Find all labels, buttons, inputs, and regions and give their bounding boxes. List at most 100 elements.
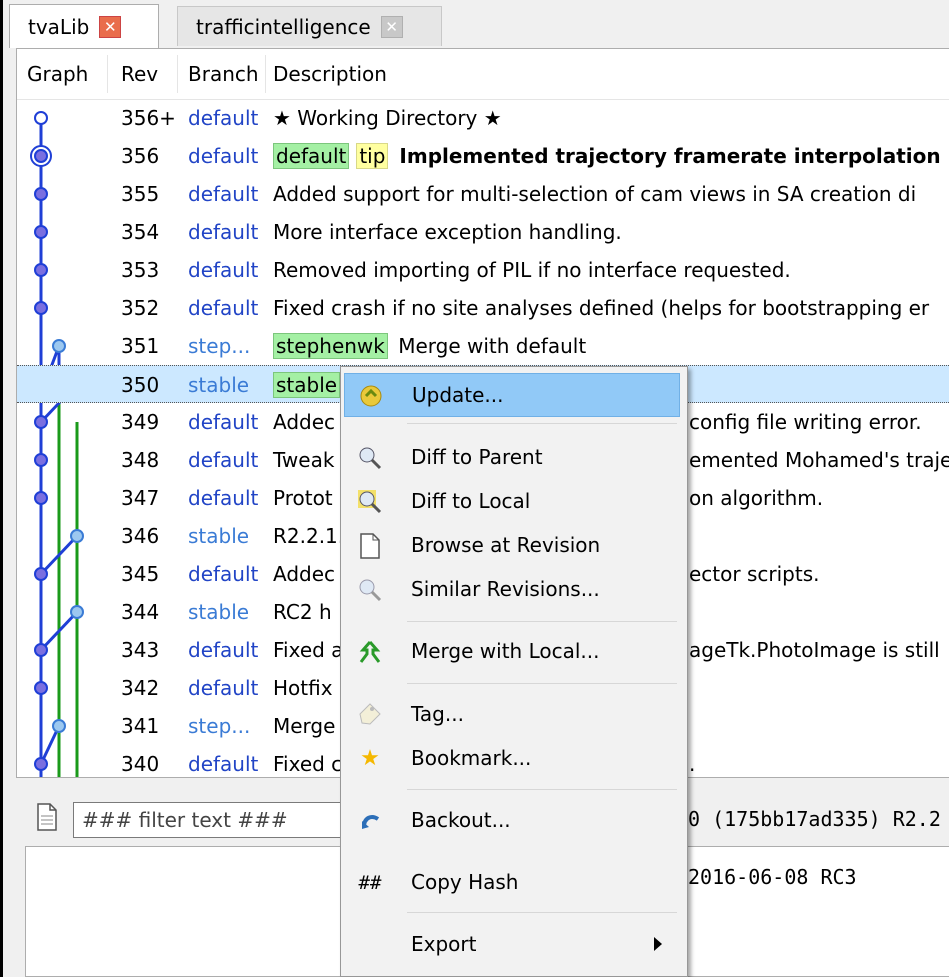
menu-item-merge-with-local[interactable]: Merge with Local...: [344, 630, 680, 674]
branch-name: default: [188, 676, 259, 700]
description: Protot: [273, 486, 333, 510]
table-row[interactable]: 354 default More interface exception handl…: [17, 213, 949, 251]
description: R2.2.1.: [273, 524, 344, 548]
tab-trafficintelligence[interactable]: trafficintelligence ✕: [177, 6, 442, 46]
branch-name: default: [188, 296, 259, 320]
update-icon: [360, 385, 382, 407]
branch-name: default: [188, 220, 259, 244]
description-text: Protot: [273, 486, 333, 510]
branch-name: default: [188, 752, 259, 776]
menu-item-backout[interactable]: Backout...: [344, 799, 680, 843]
description-text: Addec: [273, 410, 336, 434]
branch-name: default: [188, 258, 259, 282]
menu-item-copy-hash[interactable]: ## Copy Hash: [344, 861, 680, 905]
description: Fixed crash if no site analyses defined …: [273, 296, 929, 320]
tab-label: trafficintelligence: [196, 14, 371, 39]
description-text: ★ Working Directory ★: [273, 106, 502, 130]
branch-tag: default: [273, 143, 350, 169]
table-row[interactable]: 351 step... stephenwk Merge with default: [17, 327, 949, 365]
magnifier-icon: [359, 447, 382, 470]
branch-name: default: [188, 562, 259, 586]
star-icon: ★: [360, 746, 380, 771]
menu-item-tag[interactable]: Tag...: [344, 693, 680, 737]
description: Fixed c: [273, 752, 342, 776]
branch-name: stable: [188, 600, 250, 624]
description-text: R2.2.1.: [273, 524, 345, 548]
rev-number: 354: [121, 220, 160, 244]
tip-tag: tip: [356, 143, 389, 169]
description-text: Added support for multi-selection of cam…: [273, 182, 917, 206]
menu-item-bookmark[interactable]: ★ Bookmark...: [344, 737, 680, 781]
branch-name: default: [188, 448, 259, 472]
magnifier-icon: [359, 579, 382, 602]
table-row[interactable]: 355 default Added support for multi-select…: [17, 175, 949, 213]
description-tail: ector scripts.: [689, 562, 820, 586]
description: Addec: [273, 562, 335, 586]
rev-number: 356: [121, 144, 160, 168]
description: ★ Working Directory ★: [273, 106, 502, 130]
table-row[interactable]: 356 default default tip Implemented trajec…: [17, 137, 949, 175]
branch-name: stable: [188, 373, 250, 397]
branch-name: default: [188, 106, 259, 130]
rev-number: 350: [121, 373, 160, 397]
rev-number: 347: [121, 486, 160, 510]
description-tail: on algorithm.: [689, 486, 824, 510]
branch-tag: stephenwk: [273, 333, 388, 359]
branch-name: default: [188, 182, 259, 206]
close-icon[interactable]: ✕: [99, 15, 122, 38]
branch-name: step...: [188, 714, 251, 738]
menu-item-update[interactable]: Update...: [344, 373, 680, 417]
column-branch[interactable]: Branch: [188, 62, 262, 86]
description-text: Fixed c: [273, 752, 343, 776]
table-row[interactable]: 353 default Removed importing of PIL if no…: [17, 251, 949, 289]
description: Fixed a: [273, 638, 343, 662]
table-row[interactable]: 352 default Fixed crash if no site analyse…: [17, 289, 949, 327]
description-tail: emented Mohamed's traje: [689, 448, 949, 472]
branch-name: default: [188, 638, 259, 662]
menu-item-similar-revisions[interactable]: Similar Revisions...: [344, 568, 680, 612]
close-icon[interactable]: ✕: [380, 15, 403, 38]
rev-number: 351: [121, 334, 160, 358]
rev-number: 349: [121, 410, 160, 434]
document-icon[interactable]: [36, 802, 58, 832]
description-text: Removed importing of PIL if no interface…: [273, 258, 791, 282]
column-description[interactable]: Description: [273, 62, 387, 86]
column-graph[interactable]: Graph: [27, 62, 88, 86]
tab-tvalib[interactable]: tvaLib ✕: [9, 4, 159, 48]
branch-name: step...: [188, 334, 251, 358]
description-text: Fixed crash if no site analyses defined …: [273, 296, 930, 320]
tab-label: tvaLib: [28, 14, 90, 39]
rev-number: 356+: [121, 106, 176, 130]
description: Added support for multi-selection of cam…: [273, 182, 916, 206]
merge-icon: [359, 641, 381, 663]
description: Addec: [273, 410, 335, 434]
rev-number: 348: [121, 448, 160, 472]
menu-item-export[interactable]: Export: [344, 923, 680, 967]
rev-number: 341: [121, 714, 160, 738]
description: Removed importing of PIL if no interface…: [273, 258, 791, 282]
column-header: Graph Rev Branch Description: [17, 49, 949, 100]
backout-icon: [362, 815, 380, 829]
menu-item-diff-to-local[interactable]: Diff to Local: [344, 480, 680, 524]
description-text: Merge: [273, 714, 336, 738]
description-tail: ageTk.PhotoImage is still: [689, 638, 940, 662]
description-text: Implemented trajectory framerate interpo…: [399, 144, 941, 168]
description-text: Addec: [273, 562, 336, 586]
description: Tweak: [273, 448, 334, 472]
description: stephenwk Merge with default: [273, 333, 586, 359]
rev-number: 345: [121, 562, 160, 586]
context-menu: Update... Diff to Parent Diff to Local B…: [340, 366, 688, 977]
menu-item-browse-at-revision[interactable]: Browse at Revision: [344, 524, 680, 568]
table-row[interactable]: 356+ default ★ Working Directory ★: [17, 99, 949, 137]
description: Hotfix: [273, 676, 333, 700]
description: Merge: [273, 714, 335, 738]
description-text: RC2 h: [273, 600, 332, 624]
branch-name: default: [188, 486, 259, 510]
menu-item-diff-to-parent[interactable]: Diff to Parent: [344, 436, 680, 480]
column-rev[interactable]: Rev: [121, 62, 158, 86]
filter-input[interactable]: ### filter text ###: [73, 802, 363, 838]
hash-icon: ##: [358, 872, 382, 894]
revision-info: 0 (175bb17ad335) R2.2: [688, 807, 941, 831]
rev-number: 342: [121, 676, 160, 700]
description-text: Fixed a: [273, 638, 344, 662]
